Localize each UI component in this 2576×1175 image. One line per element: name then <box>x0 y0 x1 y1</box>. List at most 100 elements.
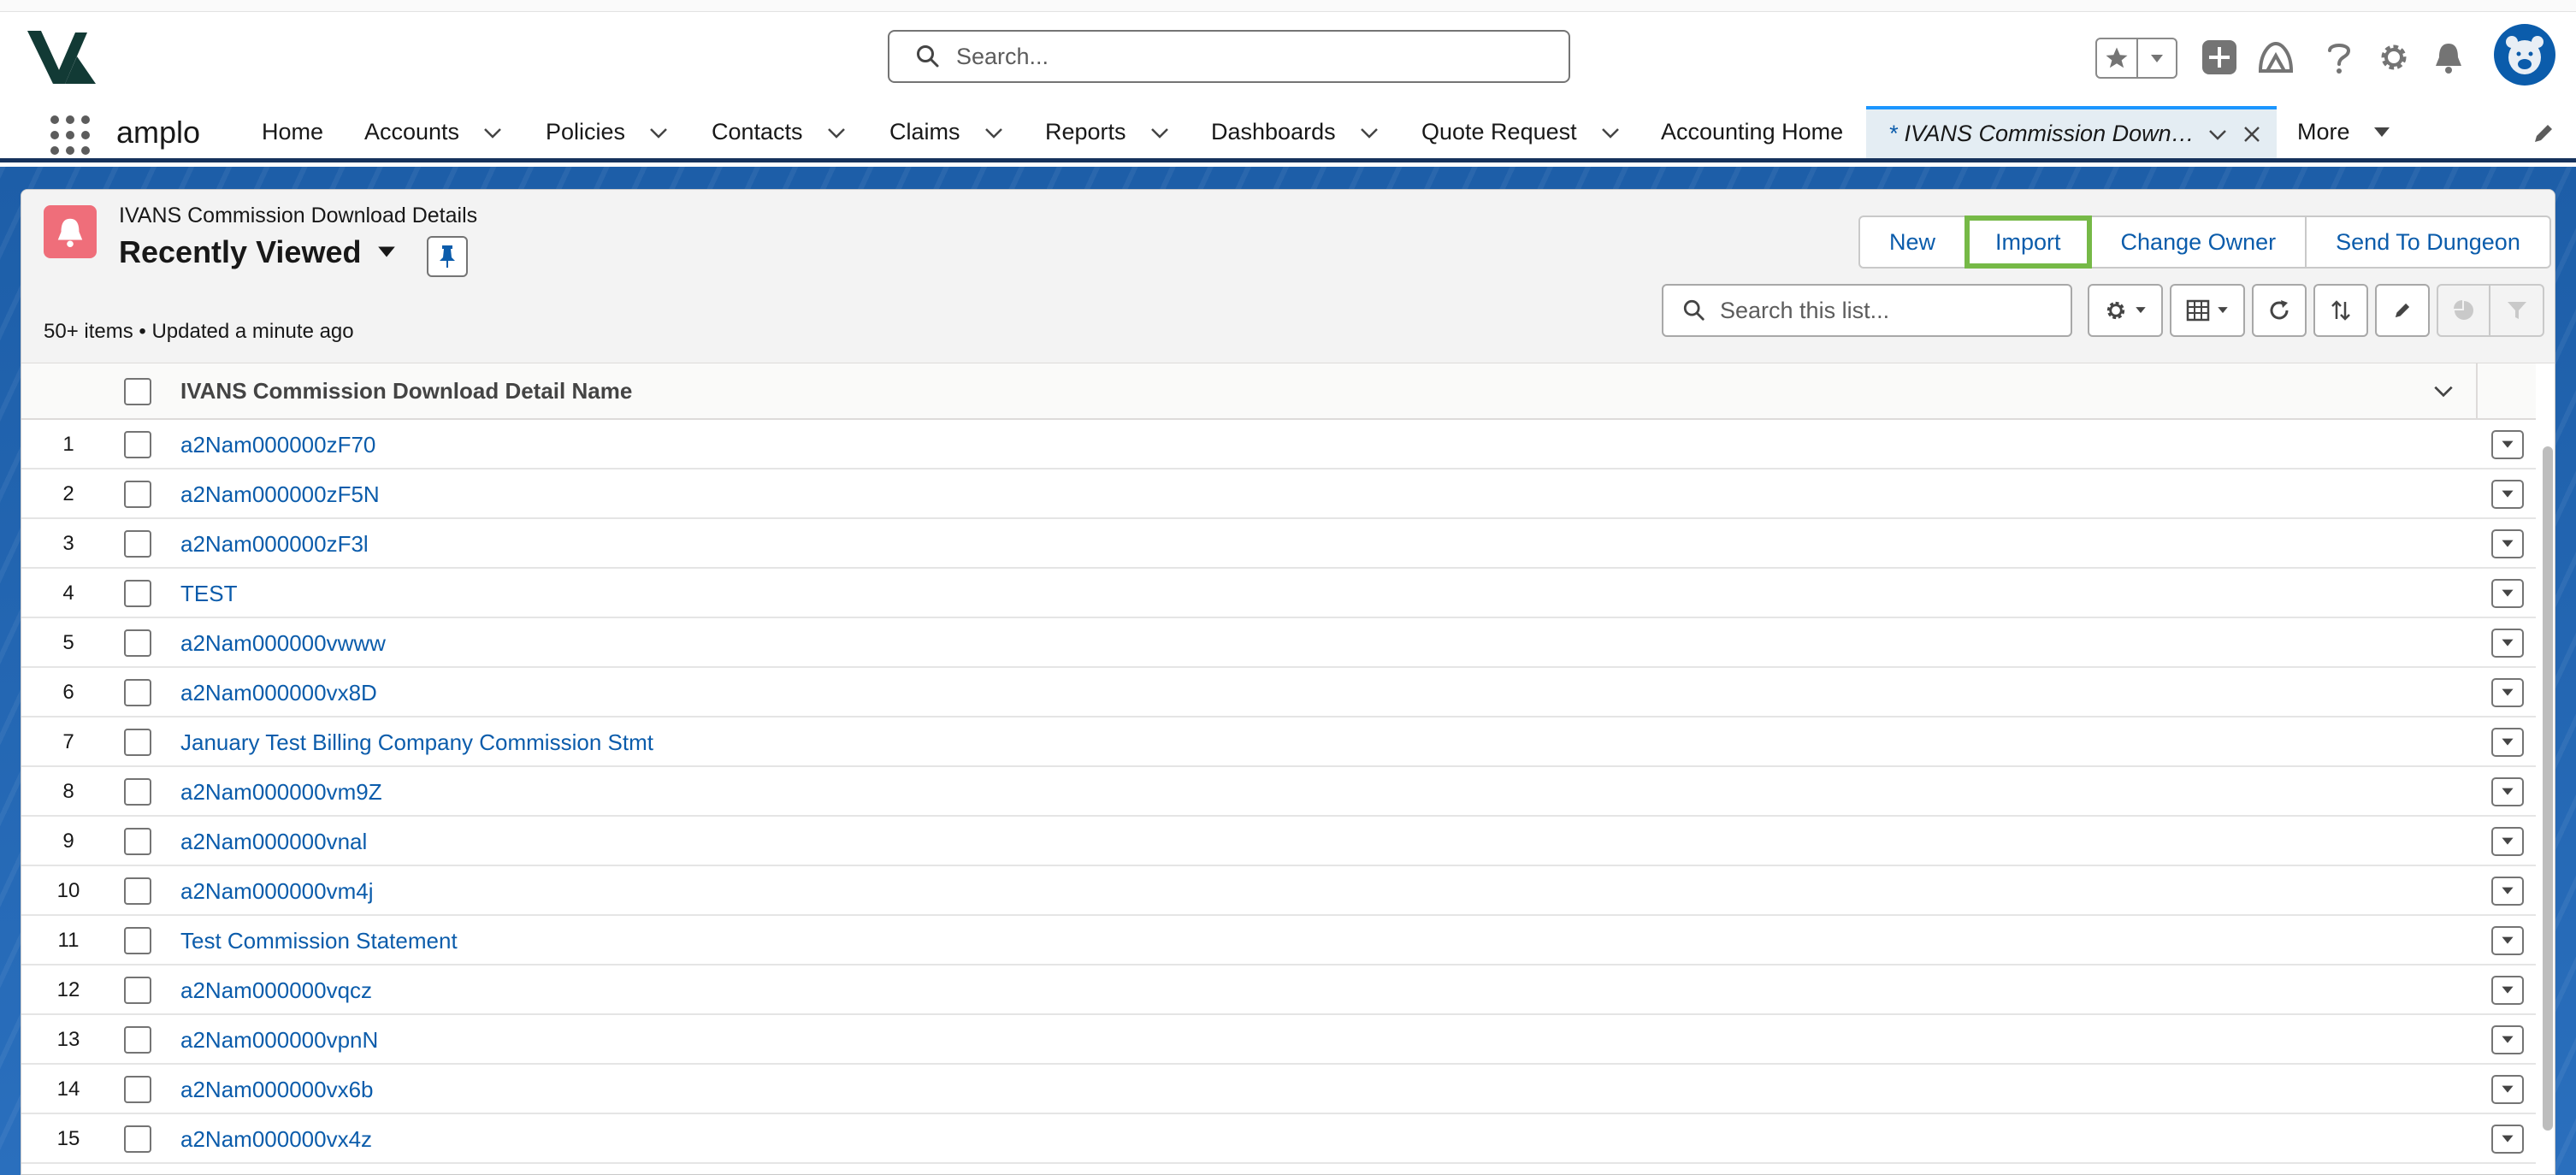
nav-item-quote-request[interactable]: Quote Request <box>1421 106 1622 158</box>
column-header-name[interactable]: IVANS Commission Download Detail Name <box>180 378 632 404</box>
user-avatar[interactable] <box>2494 24 2555 86</box>
pin-list-view-button[interactable] <box>427 236 468 277</box>
row-actions-button[interactable] <box>2491 976 2524 1005</box>
nav-item-claims[interactable]: Claims <box>889 106 1005 158</box>
chevron-down-icon[interactable] <box>1358 121 1380 144</box>
row-checkbox[interactable] <box>124 481 151 508</box>
chevron-down-icon[interactable] <box>825 121 848 144</box>
record-name-link[interactable]: a2Nam000000vqcz <box>180 965 372 1015</box>
help-button[interactable] <box>2318 36 2360 79</box>
nav-item-contacts[interactable]: Contacts <box>712 106 848 158</box>
row-checkbox[interactable] <box>124 1076 151 1103</box>
nav-item-reports[interactable]: Reports <box>1045 106 1171 158</box>
nav-item-policies[interactable]: Policies <box>546 106 670 158</box>
chevron-down-icon[interactable] <box>1599 121 1622 144</box>
global-search-box[interactable] <box>888 30 1570 83</box>
record-name-link[interactable]: a2Nam000000vwww <box>180 618 386 668</box>
chevron-down-icon[interactable] <box>1149 121 1171 144</box>
send-to-dungeon-button[interactable]: Send To Dungeon <box>2305 216 2551 269</box>
chevron-down-icon[interactable] <box>647 121 670 144</box>
row-checkbox[interactable] <box>124 679 151 706</box>
row-actions-button[interactable] <box>2491 579 2524 608</box>
record-name-link[interactable]: a2Nam000000vx4z <box>180 1114 372 1164</box>
record-name-link[interactable]: a2Nam000000zF70 <box>180 420 375 469</box>
pencil-icon[interactable] <box>2530 120 2557 147</box>
list-search-input[interactable] <box>1720 297 2062 324</box>
close-icon[interactable] <box>2240 122 2264 146</box>
refresh-button[interactable] <box>2252 284 2307 337</box>
row-checkbox[interactable] <box>124 828 151 855</box>
row-actions-button[interactable] <box>2491 777 2524 806</box>
row-actions-button[interactable] <box>2491 1075 2524 1104</box>
row-actions-button[interactable] <box>2491 678 2524 707</box>
select-all-checkbox[interactable] <box>124 378 151 405</box>
row-actions-button[interactable] <box>2491 926 2524 955</box>
row-checkbox[interactable] <box>124 977 151 1004</box>
chevron-down-icon[interactable] <box>2206 122 2230 146</box>
row-checkbox[interactable] <box>124 431 151 458</box>
row-checkbox[interactable] <box>124 927 151 954</box>
row-actions-button[interactable] <box>2491 480 2524 509</box>
row-actions-button[interactable] <box>2491 877 2524 906</box>
global-search-input[interactable] <box>956 43 1538 70</box>
nav-item-home[interactable]: Home <box>262 106 323 158</box>
record-name-link[interactable]: Test Commission Statement <box>180 916 458 965</box>
record-name-link[interactable]: TEST <box>180 569 237 618</box>
nav-item-accounts[interactable]: Accounts <box>364 106 504 158</box>
new-button[interactable]: New <box>1858 216 1967 269</box>
record-name-link[interactable]: January Test Billing Company Commission … <box>180 717 653 767</box>
nav-more-menu[interactable]: More <box>2297 106 2391 158</box>
trailhead-button[interactable] <box>2254 36 2297 79</box>
scrollbar-thumb[interactable] <box>2543 446 2553 1131</box>
global-actions-button[interactable] <box>2198 36 2241 79</box>
row-checkbox[interactable] <box>124 580 151 607</box>
nav-item-accounting-home[interactable]: Accounting Home <box>1661 106 1843 158</box>
notifications-button[interactable] <box>2427 36 2470 79</box>
row-actions-button[interactable] <box>2491 827 2524 856</box>
row-actions-button[interactable] <box>2491 629 2524 658</box>
list-view-selector[interactable]: Recently Viewed <box>119 234 399 270</box>
row-actions-button[interactable] <box>2491 430 2524 459</box>
row-checkbox[interactable] <box>124 1026 151 1054</box>
vertical-scrollbar[interactable] <box>2543 421 2555 1173</box>
chevron-down-icon[interactable] <box>482 121 504 144</box>
list-search-box[interactable] <box>1662 284 2072 337</box>
app-launcher-icon[interactable] <box>48 113 90 155</box>
chevron-down-icon[interactable] <box>2431 378 2457 404</box>
record-name-link[interactable]: a2Nam000000zF5N <box>180 469 380 519</box>
setup-button[interactable] <box>2372 36 2415 79</box>
display-as-button[interactable] <box>2170 284 2245 337</box>
record-name-link[interactable]: a2Nam000000vx6b <box>180 1065 374 1114</box>
record-name-link[interactable]: a2Nam000000vpnN <box>180 1015 378 1065</box>
row-checkbox[interactable] <box>124 1125 151 1153</box>
row-actions-button[interactable] <box>2491 728 2524 757</box>
charts-button[interactable] <box>2438 286 2491 335</box>
row-checkbox[interactable] <box>124 629 151 657</box>
favorites-list-button[interactable] <box>2136 39 2176 77</box>
change-owner-button[interactable]: Change Owner <box>2089 216 2307 269</box>
chevron-down-icon[interactable] <box>983 121 1005 144</box>
record-name-link[interactable]: a2Nam000000vm9Z <box>180 767 382 817</box>
import-button[interactable]: Import <box>1964 216 2092 269</box>
list-view-controls-button[interactable] <box>2088 284 2163 337</box>
row-actions-button[interactable] <box>2491 1125 2524 1154</box>
edit-list-button[interactable] <box>2375 284 2430 337</box>
nav-item-dashboards[interactable]: Dashboards <box>1211 106 1380 158</box>
row-number: 13 <box>56 1028 80 1051</box>
row-actions-button[interactable] <box>2491 1025 2524 1054</box>
row-checkbox[interactable] <box>124 877 151 905</box>
record-name-link[interactable]: a2Nam000000zF3l <box>180 519 369 569</box>
amplo-logo[interactable] <box>27 31 96 84</box>
record-name-link[interactable]: a2Nam000000vx8D <box>180 668 377 717</box>
caret-down-icon <box>2502 936 2514 944</box>
record-name-link[interactable]: a2Nam000000vm4j <box>180 866 373 916</box>
row-checkbox[interactable] <box>124 778 151 806</box>
tab-ivans-commission-download-details[interactable]: * IVANS Commission Download Details <box>1866 106 2277 158</box>
record-name-link[interactable]: a2Nam000000vnal <box>180 817 367 866</box>
row-checkbox[interactable] <box>124 530 151 558</box>
filter-button[interactable] <box>2490 286 2543 335</box>
row-checkbox[interactable] <box>124 729 151 756</box>
row-actions-button[interactable] <box>2491 529 2524 558</box>
sort-button[interactable] <box>2313 284 2368 337</box>
favorites-button[interactable] <box>2097 39 2136 77</box>
